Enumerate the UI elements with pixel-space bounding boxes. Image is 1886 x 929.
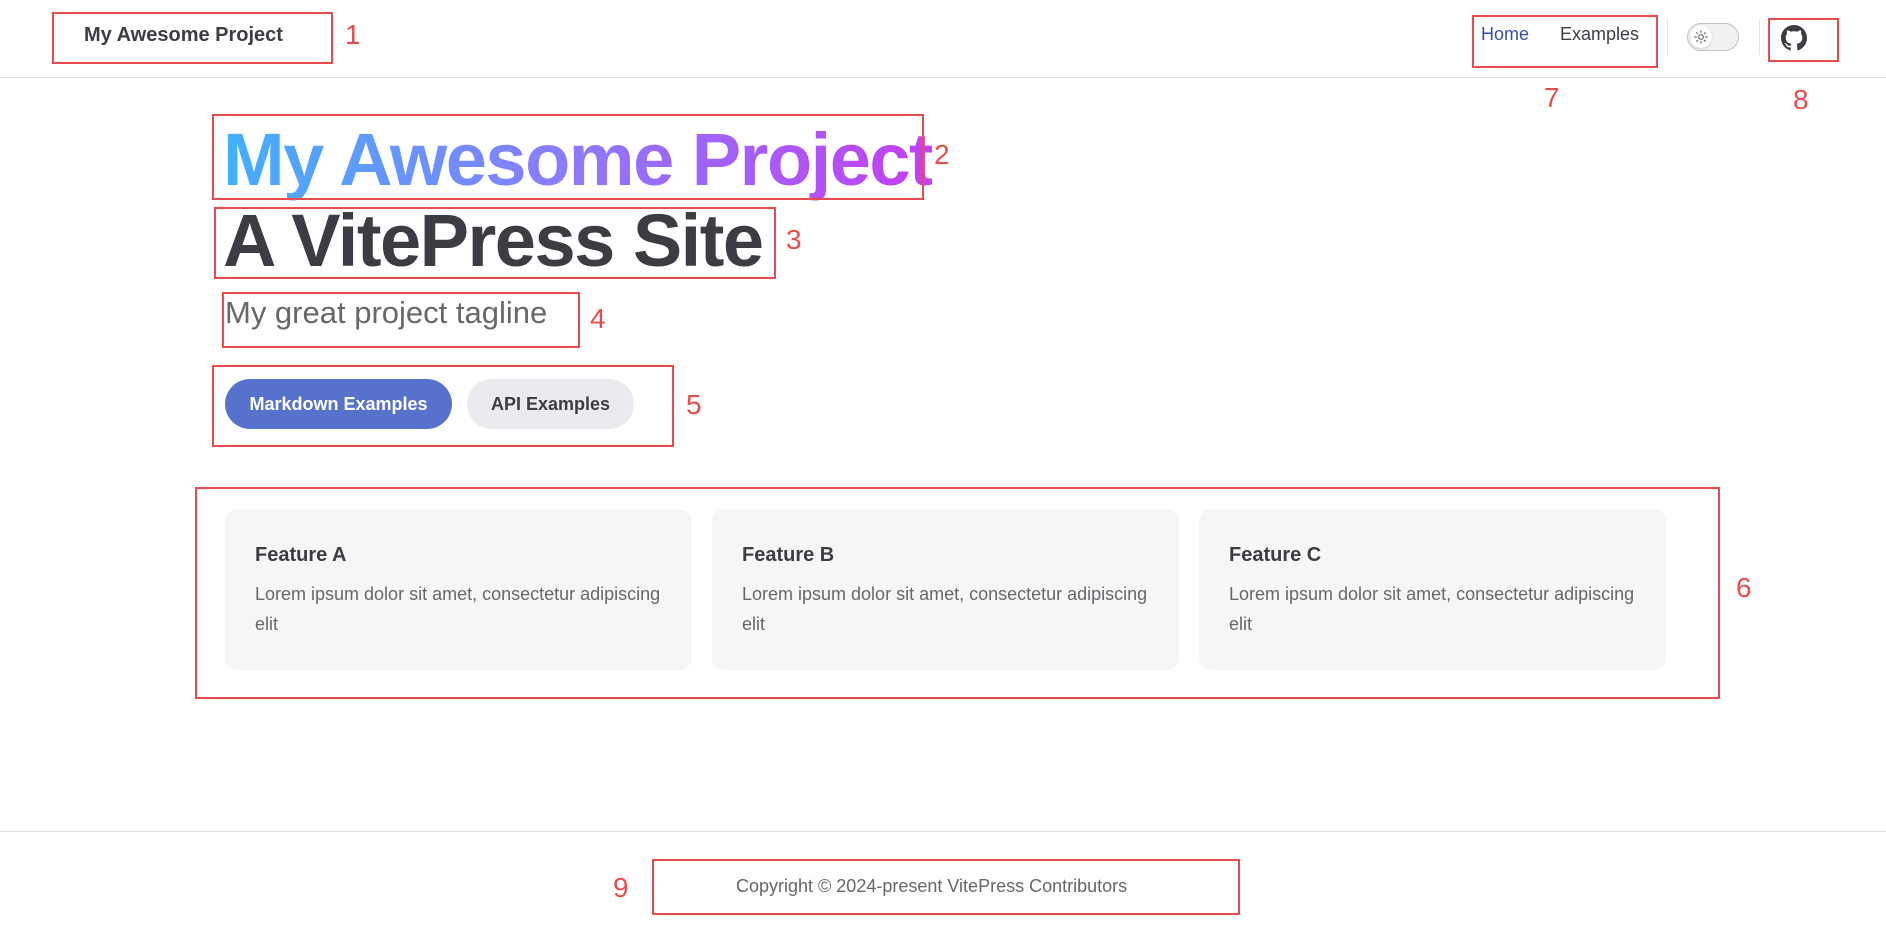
hero-name: My Awesome Project bbox=[223, 114, 934, 206]
site-title-link[interactable]: My Awesome Project bbox=[84, 24, 283, 47]
feature-details: Lorem ipsum dolor sit amet, consectetur … bbox=[742, 584, 1148, 634]
footer-copyright: Copyright © 2024-present VitePress Contr… bbox=[736, 876, 1128, 896]
feature-details: Lorem ipsum dolor sit amet, consectetur … bbox=[1229, 584, 1635, 634]
feature-title: Feature C bbox=[1229, 544, 1322, 566]
annotation-number-3: 3 bbox=[786, 224, 802, 255]
annotation-number-9: 9 bbox=[613, 872, 629, 903]
annotation-number-4: 4 bbox=[590, 303, 606, 334]
nav-links: Home Examples bbox=[1481, 24, 1639, 45]
nav-divider bbox=[1667, 19, 1668, 55]
footer-divider bbox=[0, 831, 1886, 832]
nav-link-home[interactable]: Home bbox=[1481, 24, 1529, 45]
feature-card-c: Feature C Lorem ipsum dolor sit amet, co… bbox=[1199, 509, 1666, 670]
feature-title: Feature A bbox=[255, 544, 347, 566]
feature-card-b: Feature B Lorem ipsum dolor sit amet, co… bbox=[712, 509, 1179, 670]
features: Feature A Lorem ipsum dolor sit amet, co… bbox=[225, 509, 1666, 670]
hero-text: A VitePress Site bbox=[223, 199, 764, 282]
appearance-toggle[interactable] bbox=[1687, 23, 1739, 51]
github-link[interactable] bbox=[1779, 23, 1809, 53]
social-divider bbox=[1759, 19, 1760, 55]
annotation-number-8: 8 bbox=[1793, 84, 1809, 115]
annotation-number-1: 1 bbox=[345, 19, 361, 50]
navbar: My Awesome Project Home Examples bbox=[0, 0, 1886, 78]
hero-actions: Markdown Examples API Examples bbox=[225, 379, 634, 429]
annotation-number-6: 6 bbox=[1736, 572, 1752, 603]
annotation-number-7: 7 bbox=[1544, 82, 1560, 113]
annotation-number-5: 5 bbox=[686, 389, 702, 420]
annotation-number-2: 2 bbox=[934, 139, 950, 170]
feature-details: Lorem ipsum dolor sit amet, consectetur … bbox=[255, 584, 661, 634]
github-icon bbox=[1781, 25, 1807, 51]
markdown-examples-button[interactable]: Markdown Examples bbox=[225, 379, 452, 429]
hero-tagline: My great project tagline bbox=[225, 295, 548, 330]
sun-icon bbox=[1694, 30, 1708, 44]
feature-title: Feature B bbox=[742, 544, 835, 566]
api-examples-button[interactable]: API Examples bbox=[467, 379, 634, 429]
toggle-knob bbox=[1690, 26, 1712, 48]
nav-link-examples[interactable]: Examples bbox=[1560, 24, 1639, 45]
feature-card-a: Feature A Lorem ipsum dolor sit amet, co… bbox=[225, 509, 692, 670]
